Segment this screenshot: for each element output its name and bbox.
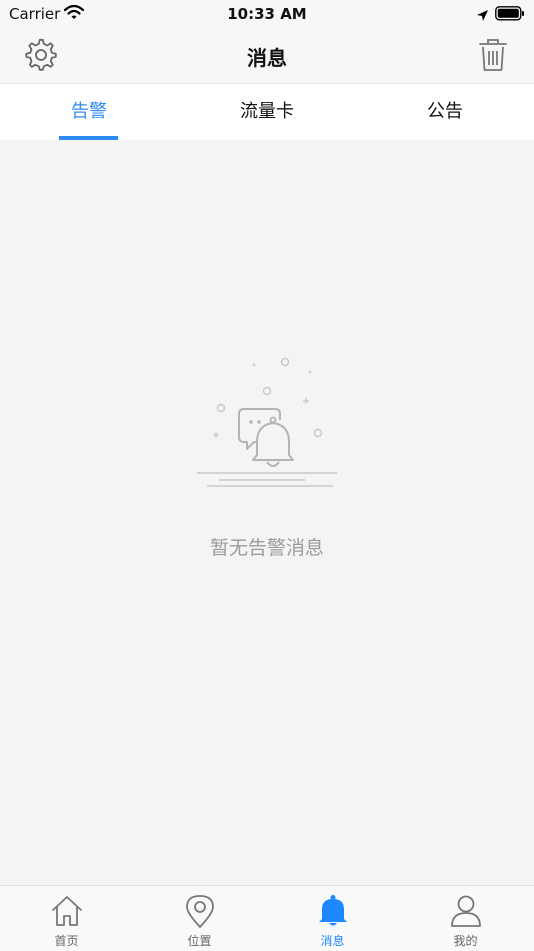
bottom-tab-bar: 首页 位置 消息 我的 [0,885,534,951]
empty-state: 暂无告警消息 [0,140,534,885]
tab-home-label: 首页 [54,934,79,948]
bell-chat-icon [197,357,337,487]
tab-home[interactable]: 首页 [0,886,133,951]
tab-data-card[interactable]: 流量卡 [178,84,356,140]
location-arrow-icon [476,7,489,26]
tab-messages[interactable]: 消息 [266,886,399,951]
home-icon [51,896,82,926]
bell-icon [318,895,347,926]
tab-location-label: 位置 [187,934,212,948]
empty-message: 暂无告警消息 [209,537,324,559]
tab-announcement[interactable]: 公告 [356,84,534,140]
location-icon [185,895,214,928]
status-bar: Carrier 10:33 AM [0,0,534,28]
tab-profile[interactable]: 我的 [399,886,532,951]
navigation-bar: 消息 [0,28,534,84]
battery-icon [495,6,525,25]
user-icon [450,895,481,927]
tab-messages-label: 消息 [320,934,345,948]
tab-alarm[interactable]: 告警 [0,84,178,140]
tab-profile-label: 我的 [453,934,478,948]
page-title: 消息 [247,46,287,70]
tab-location[interactable]: 位置 [133,886,266,951]
status-time: 10:33 AM [227,5,307,23]
segment-tabs: 告警 流量卡 公告 [0,84,534,140]
trash-icon[interactable] [478,38,508,72]
